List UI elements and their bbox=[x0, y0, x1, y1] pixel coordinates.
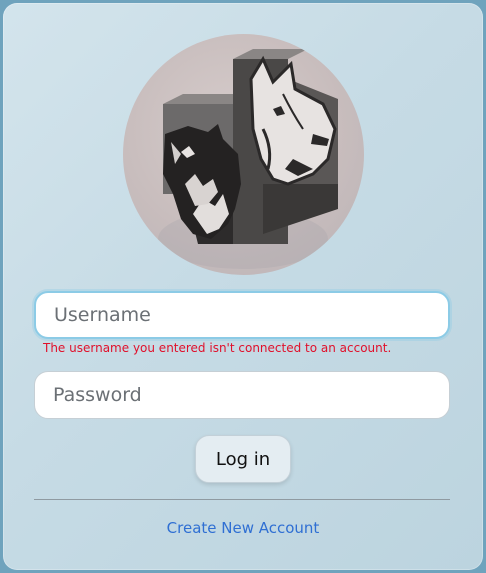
login-button[interactable]: Log in bbox=[195, 435, 291, 483]
logo-wolf-dog-emblem-icon bbox=[123, 34, 364, 275]
login-card: The username you entered isn't connected… bbox=[3, 3, 483, 570]
create-account-link[interactable]: Create New Account bbox=[3, 519, 483, 537]
divider bbox=[34, 499, 450, 500]
password-input[interactable] bbox=[34, 371, 450, 419]
username-input[interactable] bbox=[34, 291, 450, 339]
username-error-message: The username you entered isn't connected… bbox=[43, 341, 392, 355]
